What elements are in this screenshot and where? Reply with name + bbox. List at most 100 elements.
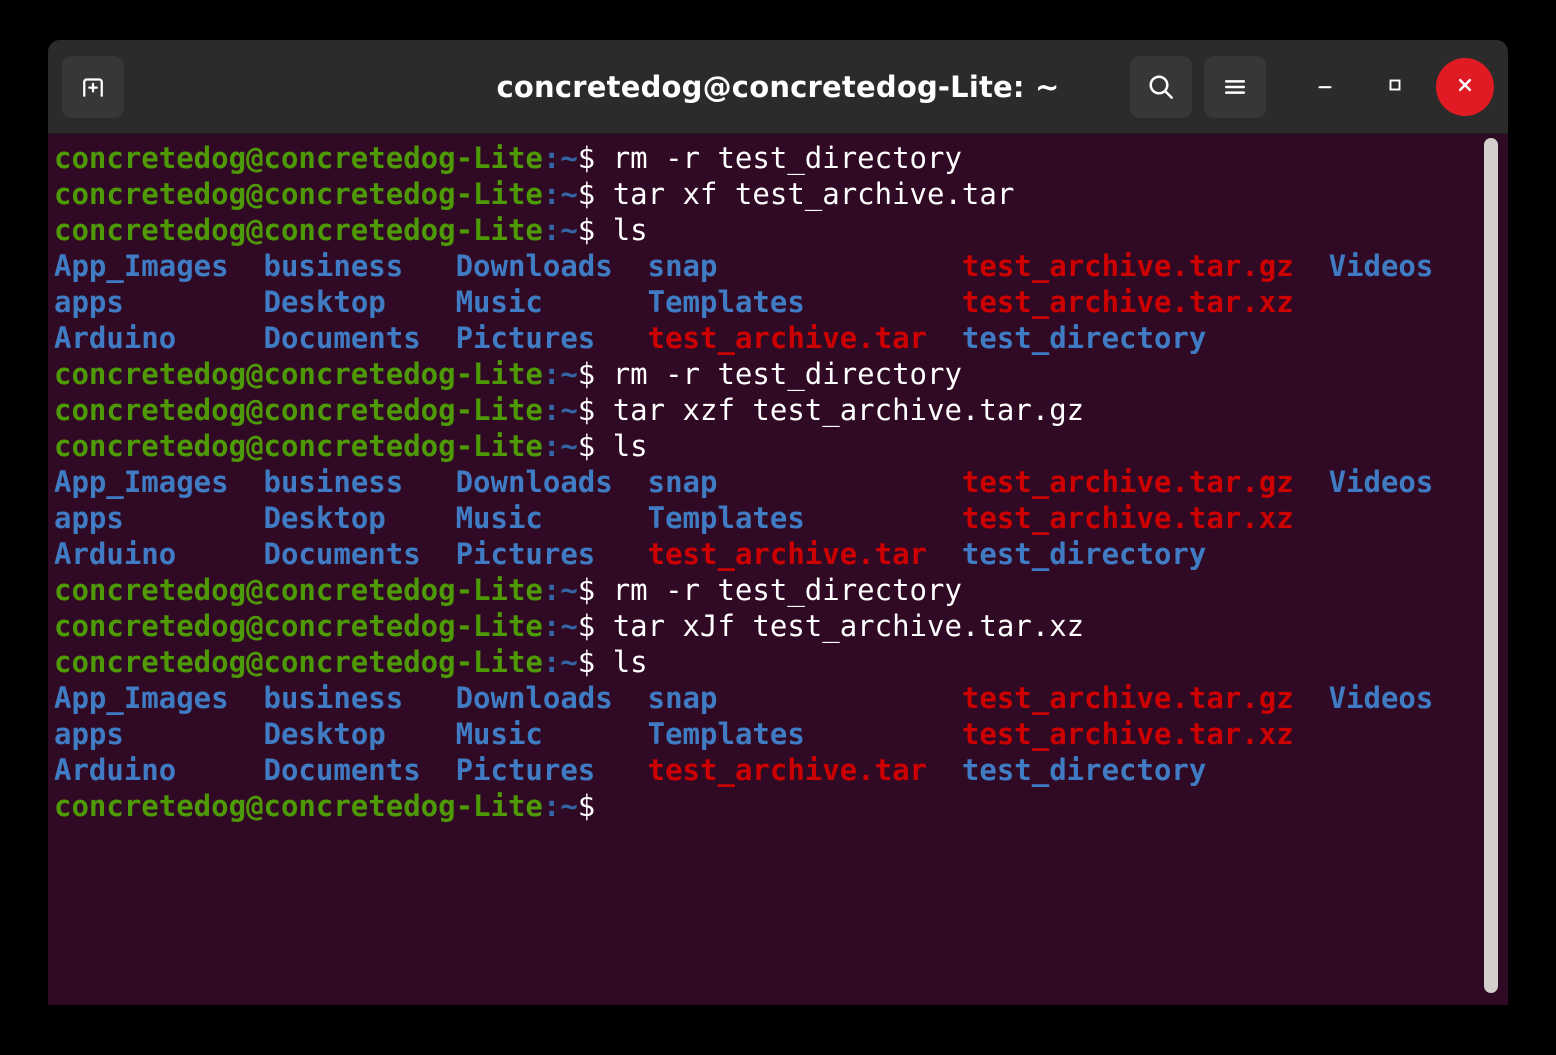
close-icon bbox=[1452, 72, 1478, 102]
command-line: concretedog@concretedog-Lite:~$ rm -r te… bbox=[54, 356, 1508, 392]
new-tab-button[interactable] bbox=[62, 56, 124, 118]
prompt-user-host: concretedog@concretedog-Lite bbox=[54, 393, 543, 427]
ls-entry-dir: Templates bbox=[648, 285, 962, 319]
prompt-user-host: concretedog@concretedog-Lite bbox=[54, 177, 543, 211]
prompt-user-host: concretedog@concretedog-Lite bbox=[54, 213, 543, 247]
titlebar-controls bbox=[1130, 56, 1494, 118]
command-text: tar xzf test_archive.tar.gz bbox=[613, 393, 1084, 427]
ls-entry-archive: test_archive.tar.gz bbox=[962, 681, 1329, 715]
prompt-path: :~ bbox=[543, 213, 578, 247]
command-text: ls bbox=[613, 213, 648, 247]
terminal-body[interactable]: concretedog@concretedog-Lite:~$ rm -r te… bbox=[48, 134, 1508, 1005]
hamburger-menu-icon bbox=[1220, 72, 1250, 102]
prompt-symbol: $ bbox=[578, 141, 613, 175]
ls-entry-dir: App_Images bbox=[54, 465, 264, 499]
command-line: concretedog@concretedog-Lite:~$ tar xzf … bbox=[54, 392, 1508, 428]
ls-entry-dir: business bbox=[264, 465, 456, 499]
maximize-icon bbox=[1383, 73, 1407, 101]
ls-entry-dir: Templates bbox=[648, 501, 962, 535]
ls-entry-dir: snap bbox=[648, 249, 962, 283]
ls-entry-dir: App_Images bbox=[54, 681, 264, 715]
ls-entry-archive: test_archive.tar bbox=[648, 321, 962, 355]
prompt-user-host: concretedog@concretedog-Lite bbox=[54, 789, 543, 823]
prompt-user-host: concretedog@concretedog-Lite bbox=[54, 357, 543, 391]
ls-entry-dir: Documents bbox=[264, 321, 456, 355]
ls-entry-dir: Desktop bbox=[264, 717, 456, 751]
ls-entry-archive: test_archive.tar.xz bbox=[962, 285, 1294, 319]
ls-entry-dir: Videos bbox=[1329, 249, 1434, 283]
prompt-path: :~ bbox=[543, 789, 578, 823]
prompt-symbol: $ bbox=[578, 573, 613, 607]
prompt-path: :~ bbox=[543, 393, 578, 427]
prompt-symbol: $ bbox=[578, 645, 613, 679]
terminal-scrollbar[interactable] bbox=[1484, 134, 1498, 1005]
prompt-path: :~ bbox=[543, 141, 578, 175]
prompt-path: :~ bbox=[543, 573, 578, 607]
ls-entry-dir: test_directory bbox=[962, 321, 1206, 355]
minimize-button[interactable] bbox=[1296, 58, 1354, 116]
prompt-path: :~ bbox=[543, 645, 578, 679]
ls-entry-dir: snap bbox=[648, 681, 962, 715]
command-text: rm -r test_directory bbox=[613, 141, 962, 175]
ls-output-row: Arduino Documents Pictures test_archive.… bbox=[54, 320, 1508, 356]
command-text: rm -r test_directory bbox=[613, 573, 962, 607]
ls-entry-dir: business bbox=[264, 681, 456, 715]
command-line: concretedog@concretedog-Lite:~$ rm -r te… bbox=[54, 140, 1508, 176]
minimize-icon bbox=[1312, 72, 1338, 102]
ls-entry-dir: Music bbox=[456, 501, 648, 535]
ls-entry-dir: App_Images bbox=[54, 249, 264, 283]
prompt-path: :~ bbox=[543, 177, 578, 211]
ls-entry-dir: business bbox=[264, 249, 456, 283]
ls-entry-dir: Desktop bbox=[264, 501, 456, 535]
ls-entry-dir: Desktop bbox=[264, 285, 456, 319]
command-line: concretedog@concretedog-Lite:~$ tar xJf … bbox=[54, 608, 1508, 644]
ls-entry-archive: test_archive.tar.gz bbox=[962, 249, 1329, 283]
scrollbar-thumb[interactable] bbox=[1484, 138, 1498, 993]
ls-entry-dir: Videos bbox=[1329, 681, 1434, 715]
search-button[interactable] bbox=[1130, 56, 1192, 118]
ls-entry-dir: test_directory bbox=[962, 537, 1206, 571]
menu-button[interactable] bbox=[1204, 56, 1266, 118]
prompt-user-host: concretedog@concretedog-Lite bbox=[54, 429, 543, 463]
command-line: concretedog@concretedog-Lite:~$ ls bbox=[54, 644, 1508, 680]
prompt-symbol: $ bbox=[578, 213, 613, 247]
title-bar[interactable]: concretedog@concretedog-Lite: ~ bbox=[48, 40, 1508, 134]
maximize-button[interactable] bbox=[1366, 58, 1424, 116]
ls-entry-dir: Arduino bbox=[54, 753, 264, 787]
command-text: ls bbox=[613, 645, 648, 679]
ls-entry-dir: apps bbox=[54, 285, 264, 319]
ls-entry-dir: snap bbox=[648, 465, 962, 499]
command-text: tar xJf test_archive.tar.xz bbox=[613, 609, 1084, 643]
command-text: tar xf test_archive.tar bbox=[613, 177, 1015, 211]
ls-entry-dir: Downloads bbox=[456, 249, 648, 283]
prompt-user-host: concretedog@concretedog-Lite bbox=[54, 609, 543, 643]
prompt-symbol: $ bbox=[578, 357, 613, 391]
new-tab-icon bbox=[78, 72, 108, 102]
ls-output-row: App_Images business Downloads snap test_… bbox=[54, 248, 1508, 284]
search-icon bbox=[1145, 71, 1177, 103]
ls-entry-dir: Pictures bbox=[456, 321, 648, 355]
ls-entry-dir: Pictures bbox=[456, 537, 648, 571]
ls-entry-dir: Downloads bbox=[456, 465, 648, 499]
command-text: ls bbox=[613, 429, 648, 463]
ls-entry-dir: Arduino bbox=[54, 321, 264, 355]
prompt-path: :~ bbox=[543, 429, 578, 463]
ls-entry-dir: Pictures bbox=[456, 753, 648, 787]
prompt-symbol: $ bbox=[578, 789, 613, 823]
ls-entry-dir: apps bbox=[54, 501, 264, 535]
ls-entry-archive: test_archive.tar bbox=[648, 753, 962, 787]
ls-entry-dir: Videos bbox=[1329, 465, 1434, 499]
terminal-window: concretedog@concretedog-Lite: ~ bbox=[48, 40, 1508, 1005]
prompt-symbol: $ bbox=[578, 609, 613, 643]
ls-output-row: App_Images business Downloads snap test_… bbox=[54, 464, 1508, 500]
ls-entry-archive: test_archive.tar bbox=[648, 537, 962, 571]
ls-entry-dir: Arduino bbox=[54, 537, 264, 571]
ls-output-row: Arduino Documents Pictures test_archive.… bbox=[54, 536, 1508, 572]
command-line: concretedog@concretedog-Lite:~$ rm -r te… bbox=[54, 572, 1508, 608]
prompt-line-active: concretedog@concretedog-Lite:~$ bbox=[54, 788, 1508, 824]
ls-entry-dir: Documents bbox=[264, 753, 456, 787]
ls-entry-dir: Music bbox=[456, 717, 648, 751]
prompt-symbol: $ bbox=[578, 429, 613, 463]
terminal-screen[interactable]: concretedog@concretedog-Lite:~$ rm -r te… bbox=[54, 140, 1508, 1005]
close-button[interactable] bbox=[1436, 58, 1494, 116]
